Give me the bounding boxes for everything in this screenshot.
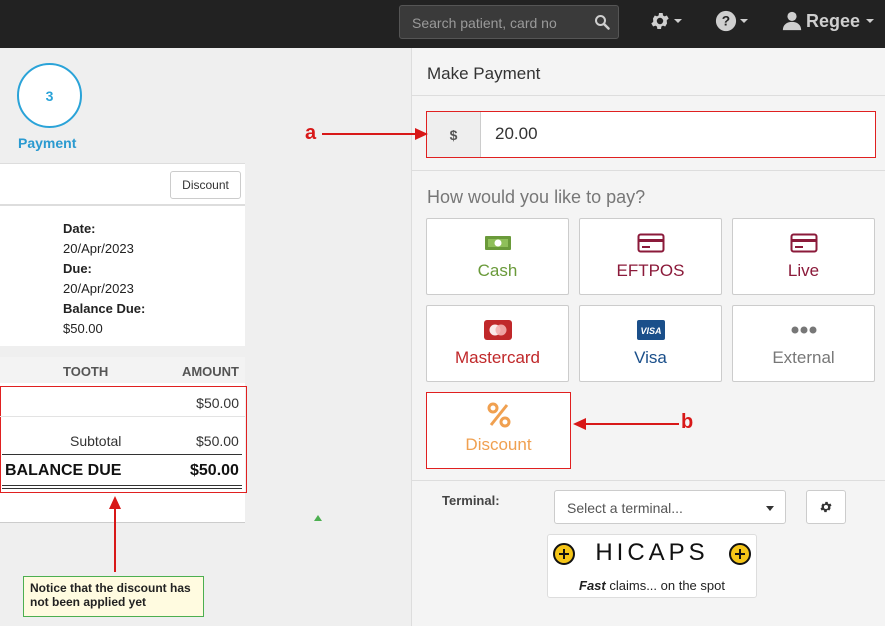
- more-dots-icon: [790, 320, 818, 340]
- balance-due-row-label: BALANCE DUE: [5, 462, 122, 479]
- divider: [0, 204, 245, 206]
- terminal-label: Terminal:: [442, 493, 500, 508]
- invoice-info: Date: 20/Apr/2023 Due: 20/Apr/2023 Balan…: [63, 219, 145, 339]
- user-menu[interactable]: Regee: [781, 9, 875, 33]
- pay-external-button[interactable]: External: [732, 305, 875, 382]
- divider: [2, 488, 242, 489]
- annotation-arrow-note: [109, 496, 121, 572]
- cash-icon: [484, 233, 512, 253]
- step-number: 3: [45, 87, 54, 104]
- terminal-select[interactable]: Select a terminal...: [554, 490, 786, 524]
- amount-column-header: AMOUNT: [181, 364, 239, 379]
- tooth-column-header: TOOTH: [63, 364, 109, 379]
- visa-icon: VISA: [636, 320, 665, 340]
- invoice-summary-card: Discount Date: 20/Apr/2023 Due: 20/Apr/2…: [0, 163, 245, 346]
- hicaps-title: HICAPS: [595, 539, 709, 566]
- chevron-down-icon: [674, 19, 682, 23]
- credit-card-icon: [790, 233, 818, 253]
- question-icon: ?: [715, 10, 737, 32]
- pay-live-label: Live: [787, 261, 820, 280]
- search-icon[interactable]: [594, 14, 610, 30]
- terminal-select-placeholder: Select a terminal...: [567, 500, 683, 516]
- chevron-down-icon: [740, 19, 748, 23]
- payment-question: How would you like to pay?: [427, 187, 646, 207]
- date-value: 20/Apr/2023: [63, 241, 134, 256]
- step-label: Payment: [18, 135, 77, 151]
- pay-external-label: External: [772, 348, 835, 367]
- divider: [2, 454, 242, 455]
- balance-due-row-value: $50.00: [190, 462, 239, 479]
- balance-due-label: Balance Due:: [63, 301, 146, 316]
- divider: [0, 416, 245, 417]
- pay-eftpos-button[interactable]: EFTPOS: [579, 218, 722, 295]
- search-input[interactable]: Search patient, card no: [399, 5, 619, 39]
- due-label: Due:: [63, 261, 92, 276]
- top-navbar: Search patient, card no ? Regee: [0, 0, 885, 48]
- panel-title: Make Payment: [427, 64, 541, 83]
- triangle-marker-icon: [314, 515, 322, 521]
- settings-menu[interactable]: [649, 9, 682, 33]
- hicaps-tag-bold: Fast: [579, 578, 606, 593]
- pay-discount-button[interactable]: Discount: [426, 392, 571, 469]
- gear-icon: [651, 13, 669, 29]
- divider: [412, 170, 885, 171]
- currency-addon: $: [427, 112, 481, 157]
- svg-text:VISA: VISA: [640, 326, 661, 336]
- pay-visa-label: Visa: [634, 348, 667, 367]
- annotation-arrow-b: [573, 418, 679, 430]
- gear-icon: [820, 501, 832, 513]
- divider: [412, 480, 885, 481]
- mastercard-icon: [483, 320, 512, 340]
- chevron-down-icon: [766, 506, 774, 511]
- hicaps-tag-rest: claims... on the spot: [605, 578, 725, 593]
- pay-live-button[interactable]: Live: [732, 218, 875, 295]
- pay-cash-label: Cash: [477, 261, 518, 280]
- subtotal-value: $50.00: [196, 433, 239, 449]
- percent-icon: [485, 401, 513, 429]
- help-menu[interactable]: ?: [715, 9, 748, 33]
- amount-input-group[interactable]: $ 20.00: [426, 111, 876, 158]
- annotation-label-b: b: [681, 411, 694, 433]
- pay-eftpos-label: EFTPOS: [616, 261, 685, 280]
- user-icon: [782, 11, 802, 31]
- annotation-note: Notice that the discount has not been ap…: [23, 576, 204, 617]
- search-placeholder: Search patient, card no: [412, 15, 557, 31]
- amount-field[interactable]: 20.00: [495, 124, 538, 144]
- terminal-settings-button[interactable]: [806, 490, 846, 524]
- subtotal-label: Subtotal: [70, 433, 122, 449]
- divider: [412, 95, 885, 96]
- svg-text:?: ?: [722, 14, 730, 29]
- user-name: Regee: [806, 10, 861, 31]
- due-value: 20/Apr/2023: [63, 281, 134, 296]
- divider: [2, 485, 242, 486]
- make-payment-panel: Make Payment $ 20.00 How would you like …: [411, 48, 885, 626]
- pay-visa-button[interactable]: VISA Visa: [579, 305, 722, 382]
- balance-due-value: $50.00: [63, 321, 103, 336]
- annotation-label-a: a: [305, 122, 317, 144]
- hicaps-logo: HICAPS Fast claims... on the spot: [547, 534, 757, 598]
- pay-cash-button[interactable]: Cash: [426, 218, 569, 295]
- pay-mastercard-button[interactable]: Mastercard: [426, 305, 569, 382]
- discount-button[interactable]: Discount: [170, 171, 241, 199]
- credit-card-icon: [637, 233, 665, 253]
- pay-discount-label: Discount: [465, 435, 532, 454]
- line-amount: $50.00: [196, 395, 239, 411]
- date-label: Date:: [63, 221, 96, 236]
- hicaps-tagline: Fast claims... on the spot: [548, 578, 756, 593]
- step-indicator: 3: [17, 63, 82, 128]
- chevron-down-icon: [866, 19, 875, 23]
- table-header: TOOTH AMOUNT: [0, 357, 245, 383]
- pay-mastercard-label: Mastercard: [454, 348, 541, 367]
- annotation-arrow-a: [322, 128, 428, 140]
